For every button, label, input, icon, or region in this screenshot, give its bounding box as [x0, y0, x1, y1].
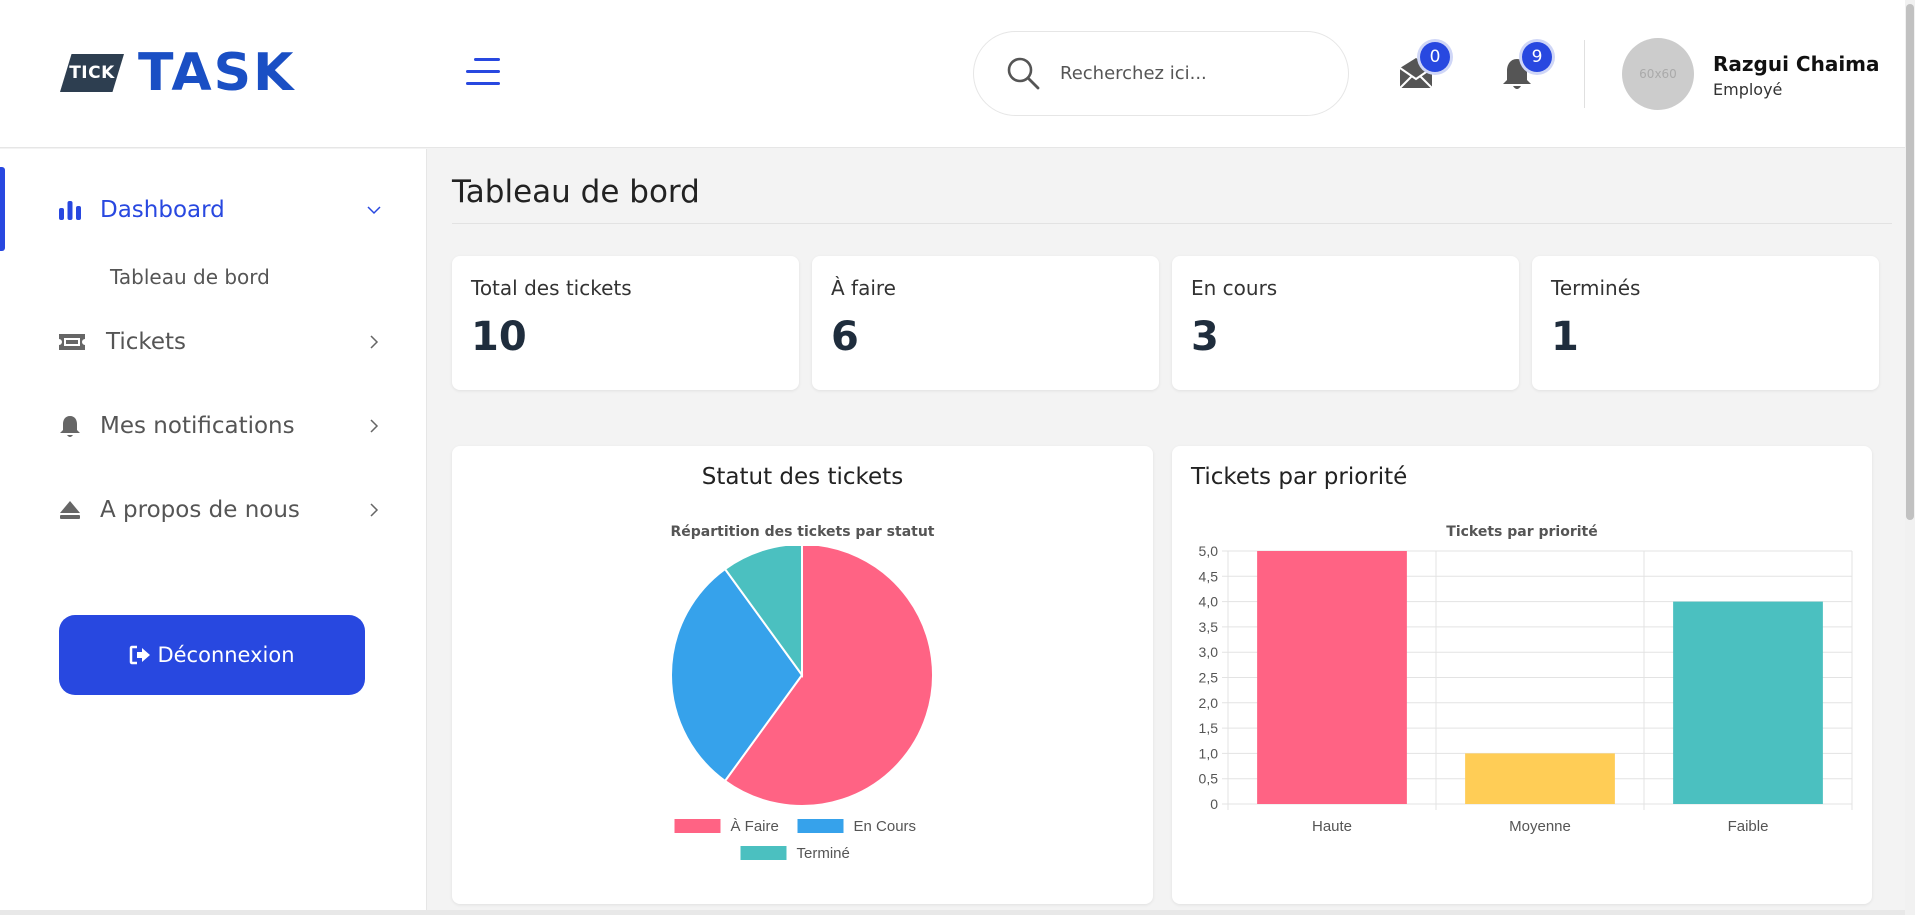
sidebar-item-tickets[interactable]: Tickets — [0, 317, 427, 367]
page-title: Tableau de bord — [452, 174, 700, 210]
chart-title: Répartition des tickets par statut — [670, 524, 935, 540]
y-tick-label: 1,0 — [1199, 745, 1219, 761]
bottom-edge — [0, 910, 1905, 915]
sidebar-subitem-tableau-de-bord[interactable]: Tableau de bord — [110, 265, 270, 289]
sidebar-item-about[interactable]: A propos de nous — [0, 485, 427, 535]
sign-out-icon — [130, 645, 151, 665]
avatar[interactable]: 60x60 — [1622, 38, 1694, 110]
x-tick-label: Faible — [1728, 818, 1769, 835]
sidebar-item-label: Tickets — [106, 329, 187, 355]
bar-chart: 0 0,5 1,0 1,5 2,0 2,5 3,0 3,5 4,0 4,5 5,0 Haute Moye… — [1199, 544, 1853, 835]
status-chart-panel: Statut des tickets Répartition des ticke… — [452, 446, 1153, 904]
top-header: TICK TASK 0 9 60x60 Razgui Chaima Employ… — [0, 0, 1905, 148]
legend-swatch[interactable] — [740, 846, 787, 860]
y-tick-label: 3,5 — [1199, 619, 1219, 635]
legend-label[interactable]: Terminé — [797, 845, 850, 862]
user-role: Employé — [1713, 80, 1783, 99]
x-tick-label: Haute — [1312, 818, 1352, 835]
y-tick-label: 0,5 — [1199, 771, 1219, 787]
menu-toggle-icon[interactable] — [466, 58, 500, 86]
eject-icon — [60, 501, 80, 519]
stat-card-in-progress: En cours 3 — [1172, 256, 1519, 390]
search-bar — [973, 31, 1349, 116]
stat-card-done: Terminés 1 — [1532, 256, 1879, 390]
logo-text: TASK — [138, 43, 296, 103]
messages-count-badge: 0 — [1420, 42, 1450, 72]
chevron-down-icon — [367, 206, 381, 215]
priority-chart-panel: Tickets par priorité Tickets par priorit… — [1172, 446, 1872, 904]
stat-card-total: Total des tickets 10 — [452, 256, 799, 390]
bar-3[interactable] — [1673, 601, 1823, 804]
y-tick-label: 4,0 — [1199, 594, 1219, 610]
y-tick-label: 0 — [1210, 796, 1218, 812]
stat-value: 10 — [471, 314, 527, 360]
logo-badge: TICK — [60, 54, 124, 92]
sidebar: Dashboard Tableau de bord Tickets Mes no… — [0, 149, 427, 915]
stat-label: Total des tickets — [471, 276, 632, 300]
legend-label[interactable]: En Cours — [854, 818, 917, 835]
messages-button[interactable]: 0 — [1398, 42, 1450, 92]
x-tick-label: Moyenne — [1509, 818, 1571, 835]
logout-label: Déconnexion — [157, 643, 295, 667]
ticket-icon — [59, 334, 85, 350]
app-logo[interactable]: TICK TASK — [60, 43, 296, 103]
logout-button[interactable]: Déconnexion — [59, 615, 365, 695]
y-tick-label: 3,0 — [1199, 644, 1219, 660]
panel-title: Statut des tickets — [701, 464, 904, 490]
bar-chart-icon — [59, 201, 81, 220]
chart-title: Tickets par priorité — [1446, 524, 1598, 540]
search-input[interactable] — [1060, 63, 1320, 84]
stat-value: 3 — [1191, 314, 1219, 360]
sidebar-item-label: A propos de nous — [100, 497, 300, 523]
stat-label: Terminés — [1551, 276, 1641, 300]
scrollbar-thumb[interactable] — [1906, 4, 1914, 520]
bar-1[interactable] — [1257, 551, 1407, 804]
pie-chart: À Faire En CoursTerminé — [670, 546, 934, 862]
bar-2[interactable] — [1465, 753, 1615, 804]
header-divider — [1584, 40, 1585, 108]
notifications-count-badge: 9 — [1522, 42, 1552, 72]
sidebar-item-label: Mes notifications — [100, 413, 295, 439]
panel-title: Tickets par priorité — [1191, 464, 1408, 490]
y-tick-label: 2,0 — [1199, 695, 1219, 711]
y-tick-label: 1,5 — [1199, 720, 1219, 736]
legend-label[interactable]: À Faire — [731, 818, 779, 835]
sidebar-item-notifications[interactable]: Mes notifications — [0, 401, 427, 451]
y-tick-label: 4,5 — [1199, 568, 1219, 584]
search-icon[interactable] — [1004, 54, 1044, 94]
y-tick-label: 5,0 — [1199, 544, 1219, 559]
sidebar-item-label: Dashboard — [100, 197, 225, 223]
chevron-right-icon — [370, 503, 379, 517]
stat-value: 1 — [1551, 314, 1579, 360]
scrollbar[interactable] — [1905, 0, 1915, 915]
stat-label: À faire — [831, 276, 896, 300]
title-divider — [452, 223, 1892, 224]
sidebar-item-dashboard[interactable]: Dashboard — [0, 185, 427, 235]
y-tick-label: 2,5 — [1199, 670, 1219, 686]
user-name[interactable]: Razgui Chaima — [1713, 52, 1880, 76]
bell-icon — [60, 416, 80, 437]
stat-card-todo: À faire 6 — [812, 256, 1159, 390]
legend-swatch[interactable] — [674, 819, 721, 833]
stat-value: 6 — [831, 314, 859, 360]
chevron-right-icon — [370, 419, 379, 433]
chevron-right-icon — [370, 335, 379, 349]
legend-swatch[interactable] — [797, 819, 844, 833]
notifications-button[interactable]: 9 — [1500, 42, 1552, 92]
stat-label: En cours — [1191, 276, 1278, 300]
